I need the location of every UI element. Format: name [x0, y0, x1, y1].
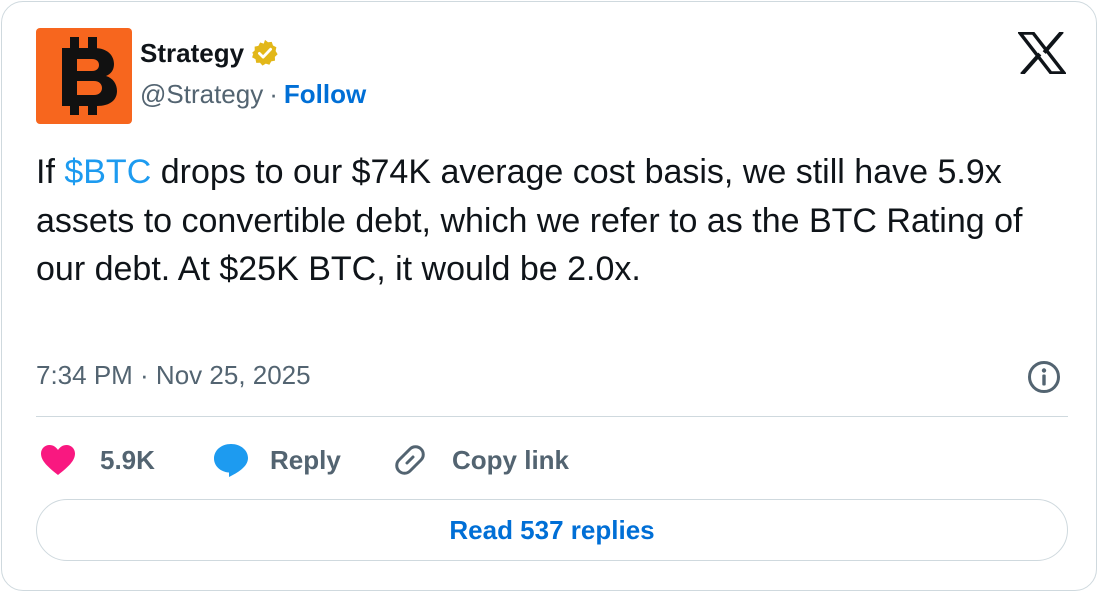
reply-label: Reply — [270, 444, 341, 475]
tweet-text-lead: If — [36, 153, 65, 191]
copy-link-label: Copy link — [452, 444, 570, 475]
verified-badge-icon — [252, 39, 278, 66]
info-icon[interactable] — [1026, 359, 1062, 395]
read-replies-button[interactable]: Read 537 replies — [36, 499, 1068, 561]
link-icon — [395, 445, 425, 475]
author-name-text[interactable]: Strategy — [140, 36, 244, 70]
reply-button[interactable]: Reply — [212, 440, 341, 480]
divider — [36, 416, 1068, 417]
author-handle-row: @Strategy · Follow — [140, 76, 366, 112]
tweet-text-body: drops to our $74K average cost basis, we… — [36, 153, 1023, 288]
handle-separator: · — [269, 79, 278, 109]
avatar[interactable] — [36, 28, 132, 124]
follow-button[interactable]: Follow — [284, 79, 366, 109]
like-button[interactable]: 5.9K — [40, 440, 155, 480]
like-count: 5.9K — [100, 444, 155, 475]
btc-cashtag-link[interactable]: $BTC — [64, 153, 151, 191]
copy-link-button[interactable]: Copy link — [392, 440, 569, 480]
bitcoin-b-icon — [36, 28, 132, 124]
read-replies-label: Read 537 replies — [449, 514, 655, 545]
x-logo-icon[interactable] — [1018, 32, 1066, 74]
tweet-card: Strategy @Strategy · Follow If $BTC drops … — [1, 1, 1097, 591]
author-handle[interactable]: @Strategy — [140, 79, 263, 109]
tweet-text: If $BTC drops to our $74K average cost b… — [36, 148, 1076, 294]
heart-icon — [41, 445, 75, 475]
reply-bubble-icon — [214, 444, 248, 477]
author-display-name[interactable]: Strategy — [140, 36, 280, 70]
tweet-timestamp[interactable]: 7:34 PM · Nov 25, 2025 — [36, 358, 311, 392]
